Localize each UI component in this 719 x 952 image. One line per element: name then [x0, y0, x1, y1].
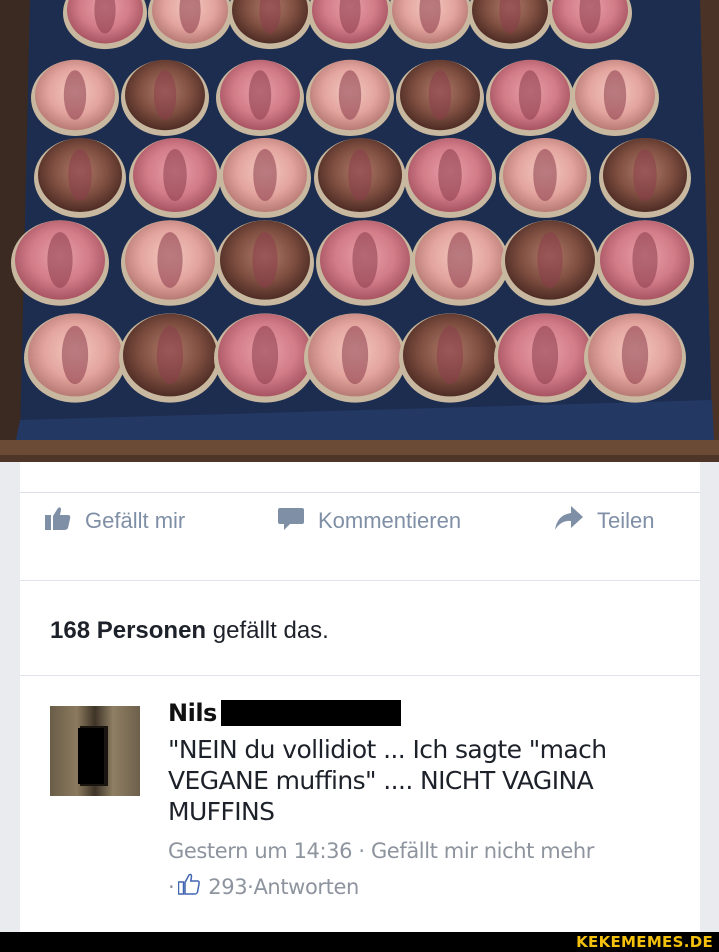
like-button[interactable]: Gefällt mir	[45, 506, 185, 536]
cupcake-decoration	[621, 325, 649, 385]
like-count-icon	[178, 873, 201, 900]
cupcake-decoration	[428, 70, 452, 120]
cupcake-decoration	[63, 70, 87, 120]
cupcake-decoration	[341, 325, 369, 385]
cupcake-decoration	[68, 148, 92, 202]
cupcake-decoration	[252, 232, 278, 288]
comment-author[interactable]: Nils	[168, 699, 217, 727]
likes-summary[interactable]: 168 Personen gefällt das.	[20, 580, 700, 676]
share-arrow-icon	[555, 505, 583, 536]
name-redaction-box	[220, 700, 401, 726]
cupcake-decoration	[61, 325, 89, 385]
cupcake-decoration	[338, 70, 362, 120]
cupcake-decoration	[352, 232, 378, 288]
likes-suffix: gefällt das.	[206, 617, 329, 644]
comment-item: Nils "NEIN du vollidiot ... Ich sagte "m…	[20, 676, 700, 932]
cupcake-decoration	[531, 325, 559, 385]
post-action-bar: Gefällt mir Kommentieren Teilen	[20, 492, 700, 548]
cupcake-decoration	[436, 325, 464, 385]
post-photo[interactable]	[0, 0, 719, 462]
comment-label: Kommentieren	[318, 507, 462, 533]
comment-like-count[interactable]: 293	[208, 875, 247, 899]
share-label: Teilen	[597, 507, 655, 533]
cupcake-decoration	[537, 232, 563, 288]
like-label: Gefällt mir	[85, 507, 186, 533]
cupcake-decoration	[438, 148, 462, 202]
comment-timestamp[interactable]: Gestern um 14:36	[168, 839, 353, 863]
cupcake-decoration	[153, 70, 177, 120]
share-button[interactable]: Teilen	[555, 505, 655, 536]
watermark-text: KEKEMEMES.DE	[576, 933, 713, 951]
cupcake-decoration	[47, 232, 73, 288]
comment-body: Nils "NEIN du vollidiot ... Ich sagte "m…	[168, 698, 688, 900]
cupcake-decoration	[348, 148, 372, 202]
post-card: Gefällt mir Kommentieren Teilen 168 Pers…	[20, 462, 700, 932]
meta-separator: ·	[352, 839, 371, 863]
thumbs-up-icon	[45, 506, 71, 536]
cupcake-decoration	[447, 232, 473, 288]
cupcake-decoration	[633, 148, 657, 202]
cupcake-decoration	[248, 70, 272, 120]
cupcake-decoration	[518, 70, 542, 120]
comment-bubble-icon	[278, 506, 304, 536]
meta-bullet: ·	[168, 874, 175, 899]
cupcake-decoration	[251, 325, 279, 385]
cupcake-decoration	[253, 148, 277, 202]
reply-link[interactable]: Antworten	[253, 875, 359, 899]
likes-count[interactable]: 168 Personen	[50, 617, 206, 644]
cupcake-decoration	[603, 70, 627, 120]
comment-button[interactable]: Kommentieren	[278, 506, 461, 536]
redaction-box	[78, 728, 104, 784]
cupcake-decoration	[533, 148, 557, 202]
cupcake-decoration	[157, 232, 183, 288]
cupcake-decoration	[632, 232, 658, 288]
watermark-bar: KEKEMEMES.DE	[0, 932, 719, 952]
comment-author-line: Nils	[168, 698, 688, 728]
comment-meta: Gestern um 14:36 · Gefällt mir nicht meh…	[168, 839, 688, 863]
unlike-link[interactable]: Gefällt mir nicht mehr	[371, 839, 594, 863]
cupcake-tray-image	[0, 0, 719, 462]
cupcake-decoration	[156, 325, 184, 385]
comment-text: "NEIN du vollidiot ... Ich sagte "mach V…	[168, 735, 607, 826]
avatar[interactable]	[50, 706, 140, 796]
comment-meta-second: · 293 · Antworten	[168, 873, 688, 900]
cupcake-decoration	[163, 148, 187, 202]
